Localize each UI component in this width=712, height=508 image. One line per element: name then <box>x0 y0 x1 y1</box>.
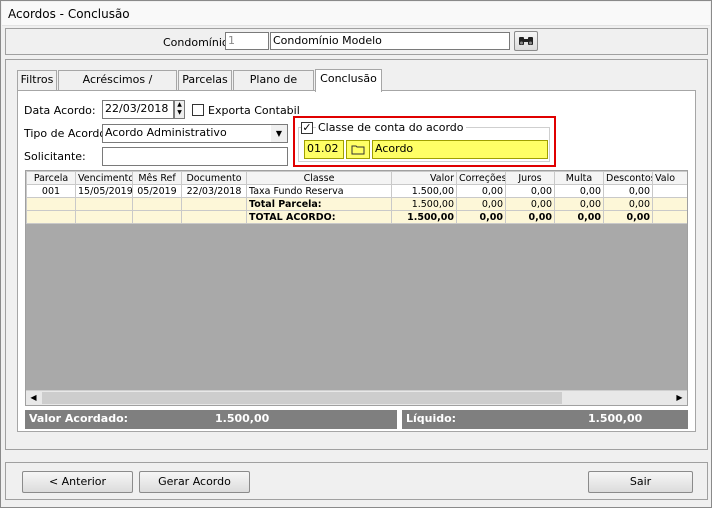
classe-browse-button[interactable] <box>346 140 370 159</box>
classe-code-field[interactable]: 01.02 <box>304 140 344 159</box>
table-row[interactable]: 001 15/05/2019 05/2019 22/03/2018 Taxa F… <box>26 184 687 198</box>
col-header[interactable]: Mês Ref <box>132 171 182 185</box>
parcelas-grid: Parcela Vencimento Mês Ref Documento Cla… <box>25 170 688 406</box>
cell: 1 <box>652 197 687 211</box>
data-acordo-label: Data Acordo: <box>24 104 96 117</box>
cell <box>26 197 76 211</box>
cell: TOTAL ACORDO: <box>246 210 392 224</box>
classe-conta-label: Classe de conta do acordo <box>316 121 466 134</box>
cell <box>652 184 687 198</box>
valor-acordado-bar: Valor Acordado: 1.500,00 <box>25 410 397 429</box>
scroll-left-icon[interactable]: ◀ <box>26 391 41 405</box>
chevron-down-icon[interactable]: ▼ <box>271 125 287 142</box>
cell: 0,00 <box>554 197 604 211</box>
window-title: Acordos - Conclusão <box>8 7 130 21</box>
cell <box>181 210 247 224</box>
table-row[interactable]: TOTAL ACORDO: 1.500,00 0,00 0,00 0,00 0,… <box>26 210 687 224</box>
cell: 001 <box>26 184 76 198</box>
sair-button[interactable]: Sair <box>588 471 693 493</box>
gerar-acordo-button[interactable]: Gerar Acordo <box>139 471 250 493</box>
condominio-search-button[interactable] <box>514 31 538 51</box>
cell: 05/2019 <box>132 184 182 198</box>
cell <box>181 197 247 211</box>
cell: 0,00 <box>554 184 604 198</box>
col-header[interactable]: Classe <box>246 171 392 185</box>
col-header[interactable]: Juros <box>505 171 555 185</box>
liquido-bar: Líquido: 1.500,00 <box>402 410 688 429</box>
binoculars-icon <box>519 37 533 45</box>
cell: 0,00 <box>554 210 604 224</box>
cell: 1.500,00 <box>391 210 457 224</box>
cell: 0,00 <box>505 210 555 224</box>
cell: 1.500,00 <box>391 184 457 198</box>
parcelas-table: Parcela Vencimento Mês Ref Documento Cla… <box>26 171 687 224</box>
col-header[interactable]: Vencimento <box>75 171 133 185</box>
scroll-thumb[interactable] <box>42 392 562 404</box>
title-bar: Acordos - Conclusão <box>2 2 710 26</box>
valor-acordado-label: Valor Acordado: <box>29 412 129 425</box>
cell <box>132 210 182 224</box>
cell: 22/03/2018 <box>181 184 247 198</box>
liquido-label: Líquido: <box>406 412 457 425</box>
condominio-name-field[interactable]: Condomínio Modelo <box>270 32 510 50</box>
date-spinner[interactable]: ▲ ▼ <box>174 100 185 119</box>
tab-parcelas[interactable]: Parcelas <box>178 70 232 90</box>
cell <box>26 210 76 224</box>
cell <box>75 210 133 224</box>
cell: 1 <box>652 210 687 224</box>
cell: Total Parcela: <box>246 197 392 211</box>
col-header[interactable]: Valo <box>652 171 687 185</box>
table-row[interactable]: Total Parcela: 1.500,00 0,00 0,00 0,00 0… <box>26 197 687 211</box>
cell: 1.500,00 <box>391 197 457 211</box>
tipo-acordo-select[interactable]: Acordo Administrativo <box>102 124 288 143</box>
cell: 0,00 <box>505 184 555 198</box>
valor-acordado-value: 1.500,00 <box>215 412 270 425</box>
tab-acrescimos-desconto[interactable]: Acréscimos / Desconto <box>58 70 177 104</box>
window: Acordos - Conclusão Condomínio: 1 Condom… <box>0 0 712 508</box>
exporta-contabil-checkbox[interactable] <box>192 104 204 116</box>
col-header[interactable]: Documento <box>181 171 247 185</box>
cell: 0,00 <box>603 184 653 198</box>
cell <box>132 197 182 211</box>
cell: 0,00 <box>456 184 506 198</box>
cell: Taxa Fundo Reserva <box>246 184 392 198</box>
condominio-label: Condomínio: <box>163 36 233 49</box>
cell: 0,00 <box>456 210 506 224</box>
col-header[interactable]: Multa <box>554 171 604 185</box>
cell: 0,00 <box>456 197 506 211</box>
horizontal-scrollbar[interactable]: ◀ ▶ <box>26 390 687 405</box>
classe-conta-checkbox[interactable]: ✓ <box>301 122 313 134</box>
scroll-right-icon[interactable]: ▶ <box>672 391 687 405</box>
anterior-button[interactable]: < Anterior <box>22 471 133 493</box>
col-header[interactable]: Valor <box>391 171 457 185</box>
spin-down-icon[interactable]: ▼ <box>175 109 184 117</box>
spin-up-icon[interactable]: ▲ <box>175 101 184 109</box>
cell: 0,00 <box>603 197 653 211</box>
tab-plano-de-baixa[interactable]: Plano de Baixa <box>233 70 314 104</box>
data-acordo-field[interactable]: 22/03/2018 <box>102 100 174 119</box>
cell: 15/05/2019 <box>75 184 133 198</box>
classe-name-field[interactable]: Acordo <box>372 140 548 159</box>
liquido-value: 1.500,00 <box>588 412 643 425</box>
grid-header-row: Parcela Vencimento Mês Ref Documento Cla… <box>26 171 687 185</box>
cell: 0,00 <box>505 197 555 211</box>
condominio-code-field[interactable]: 1 <box>225 32 269 50</box>
tab-filtros[interactable]: Filtros <box>17 70 57 90</box>
tipo-acordo-label: Tipo de Acordo: <box>24 127 110 140</box>
solicitante-label: Solicitante: <box>24 150 86 163</box>
col-header[interactable]: Parcela <box>26 171 76 185</box>
cell: 0,00 <box>603 210 653 224</box>
cell <box>75 197 133 211</box>
tab-conclusao[interactable]: Conclusão <box>315 69 382 92</box>
col-header[interactable]: Descontos <box>603 171 653 185</box>
solicitante-field[interactable] <box>102 147 288 166</box>
exporta-contabil-label: Exporta Contabil <box>208 104 300 117</box>
folder-icon <box>351 145 365 155</box>
col-header[interactable]: Correções <box>456 171 506 185</box>
